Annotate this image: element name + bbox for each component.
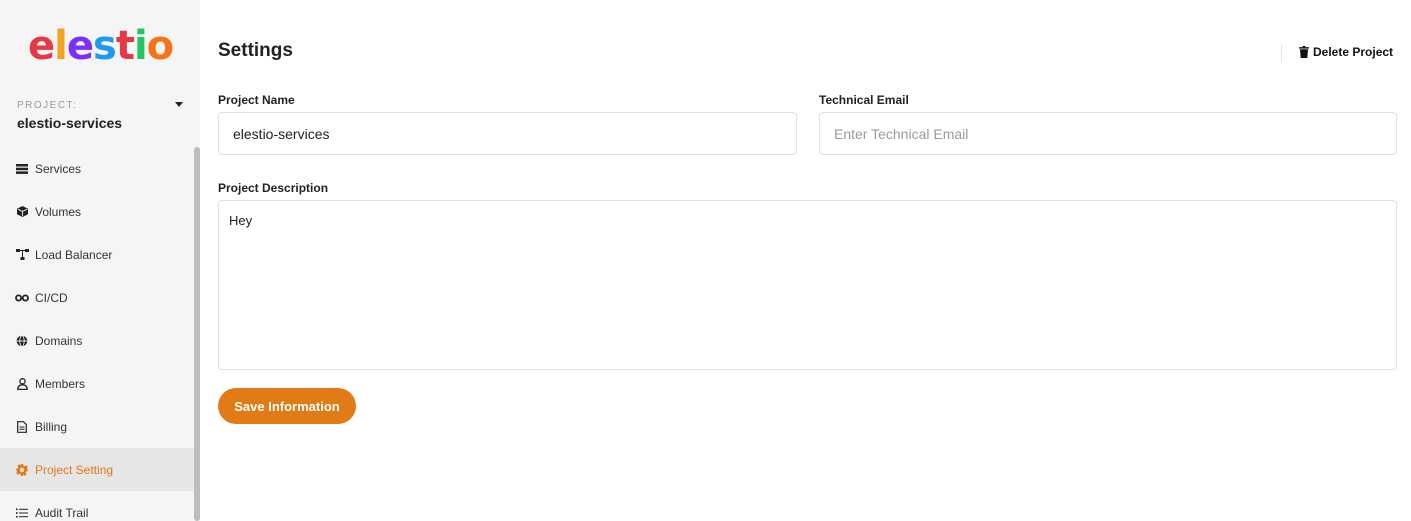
delete-project-label: Delete Project <box>1313 45 1394 59</box>
infinity-icon <box>15 291 29 305</box>
sidebar-item-label: Members <box>35 376 86 391</box>
trash-icon <box>1299 46 1309 58</box>
sidebar-item-billing[interactable]: Billing <box>0 405 194 448</box>
user-icon <box>15 377 29 391</box>
document-icon <box>15 420 29 434</box>
sidebar-item-label: Load Balancer <box>35 247 113 262</box>
sidebar-item-label: CI/CD <box>35 290 68 305</box>
sidebar: elestio PROJECT: elestio-services Servic… <box>0 0 200 521</box>
project-name-label: Project Name <box>218 93 295 107</box>
gear-icon <box>15 463 29 477</box>
sidebar-item-label: Domains <box>35 333 83 348</box>
sidebar-item-label: Services <box>35 161 82 176</box>
sidebar-nav: Services Volumes Load Balancer CI/CD Dom… <box>0 147 194 521</box>
elestio-logo[interactable]: elestio <box>28 24 174 74</box>
project-selector[interactable]: PROJECT: elestio-services <box>17 100 187 132</box>
sidebar-item-domains[interactable]: Domains <box>0 319 194 362</box>
project-description-textarea[interactable]: Hey <box>218 200 1397 370</box>
sidebar-item-label: Billing <box>35 419 68 434</box>
sidebar-item-label: Project Setting <box>35 462 114 477</box>
delete-project-button[interactable]: Delete Project <box>1299 44 1393 60</box>
sidebar-item-members[interactable]: Members <box>0 362 194 405</box>
technical-email-input[interactable] <box>819 112 1397 155</box>
sidebar-item-label: Volumes <box>35 204 82 219</box>
cube-icon <box>15 205 29 219</box>
technical-email-label: Technical Email <box>819 93 909 107</box>
sidebar-item-label: Audit Trail <box>35 505 89 520</box>
project-label: PROJECT: <box>17 100 78 111</box>
header-divider <box>1281 44 1282 62</box>
sidebar-item-load-balancer[interactable]: Load Balancer <box>0 233 194 276</box>
caret-down-icon[interactable] <box>175 102 183 107</box>
sidebar-item-audit-trail[interactable]: Audit Trail <box>0 491 194 521</box>
save-information-button[interactable]: Save Information <box>218 388 356 424</box>
sidebar-item-volumes[interactable]: Volumes <box>0 190 194 233</box>
page-title: Settings <box>218 40 293 61</box>
project-description-label: Project Description <box>218 181 329 195</box>
project-name: elestio-services <box>17 115 123 131</box>
sidebar-scrollbar[interactable] <box>194 147 200 521</box>
project-name-input[interactable] <box>218 112 797 155</box>
sidebar-item-ci-cd[interactable]: CI/CD <box>0 276 194 319</box>
sidebar-item-project-setting[interactable]: Project Setting <box>0 448 194 491</box>
list-icon <box>15 506 29 520</box>
sidebar-item-services[interactable]: Services <box>0 147 194 190</box>
server-icon <box>15 162 29 176</box>
network-icon <box>15 248 29 262</box>
globe-icon <box>15 334 29 348</box>
